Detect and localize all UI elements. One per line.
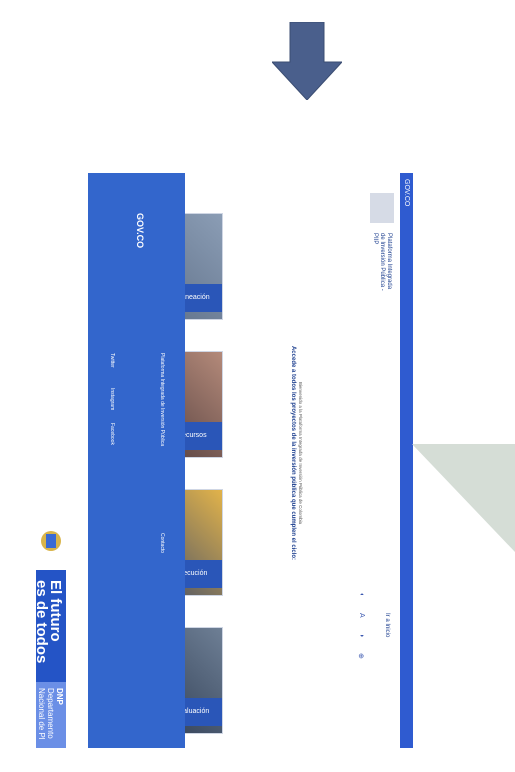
crest-logo — [370, 193, 394, 223]
accessibility-toolbar: ◐ A ◑ ⊕ — [354, 173, 366, 748]
site-header: Plataforma Integrada de Inversión Públic… — [364, 173, 400, 748]
intro: Bienvenido a la Plataforma Integrada de … — [290, 323, 303, 583]
footer-brand: GOV.CO — [135, 213, 145, 249]
slogan-panel: El futuro es de todos — [33, 570, 66, 682]
slogan-line-2: es de todos — [33, 580, 50, 664]
gov-label: GOV.CO — [403, 179, 410, 207]
decorative-triangle — [412, 444, 515, 552]
contrast-icon[interactable]: ◑ — [358, 633, 365, 637]
rotated-screenshot: GOV.CO Plataforma Integrada de Inversión… — [88, 173, 413, 748]
footer: GOV.CO Plataforma Integrada de Inversión… — [88, 173, 185, 748]
font-size-icon[interactable]: A — [358, 613, 365, 618]
social-twitter[interactable]: Twitter — [109, 353, 115, 368]
footer-contact-title: Contacto — [159, 533, 165, 554]
down-arrow-icon — [272, 22, 342, 100]
dnp-line-2: Departamento — [46, 688, 55, 739]
footer-platform-title: Plataforma Integrada de Inversión Públic… — [159, 353, 165, 447]
dnp-panel: DNP Departamento Nacional de Pl — [36, 682, 66, 748]
site-title: Plataforma Integrada de Inversión Públic… — [372, 233, 392, 291]
dnp-line-3: Nacional de Pl — [37, 688, 46, 740]
colombia-crest — [36, 512, 66, 570]
crest-icon — [41, 531, 61, 551]
zoom-icon[interactable]: ⊕ — [357, 653, 365, 659]
home-link[interactable]: Ir a Inicio — [384, 613, 390, 637]
intro-heading: Accede a todos los proyectos de la inver… — [290, 345, 296, 561]
dnp-line-1: DNP — [55, 688, 64, 705]
intro-subtitle: Bienvenido a la Plataforma Integrada de … — [298, 381, 303, 525]
social-instagram[interactable]: Instagram — [109, 388, 115, 410]
accessibility-icon[interactable]: ◐ — [358, 593, 365, 597]
social-facebook[interactable]: Facebook — [109, 423, 115, 445]
dnp-thumbnail: El futuro es de todos DNP Departamento N… — [33, 512, 66, 748]
